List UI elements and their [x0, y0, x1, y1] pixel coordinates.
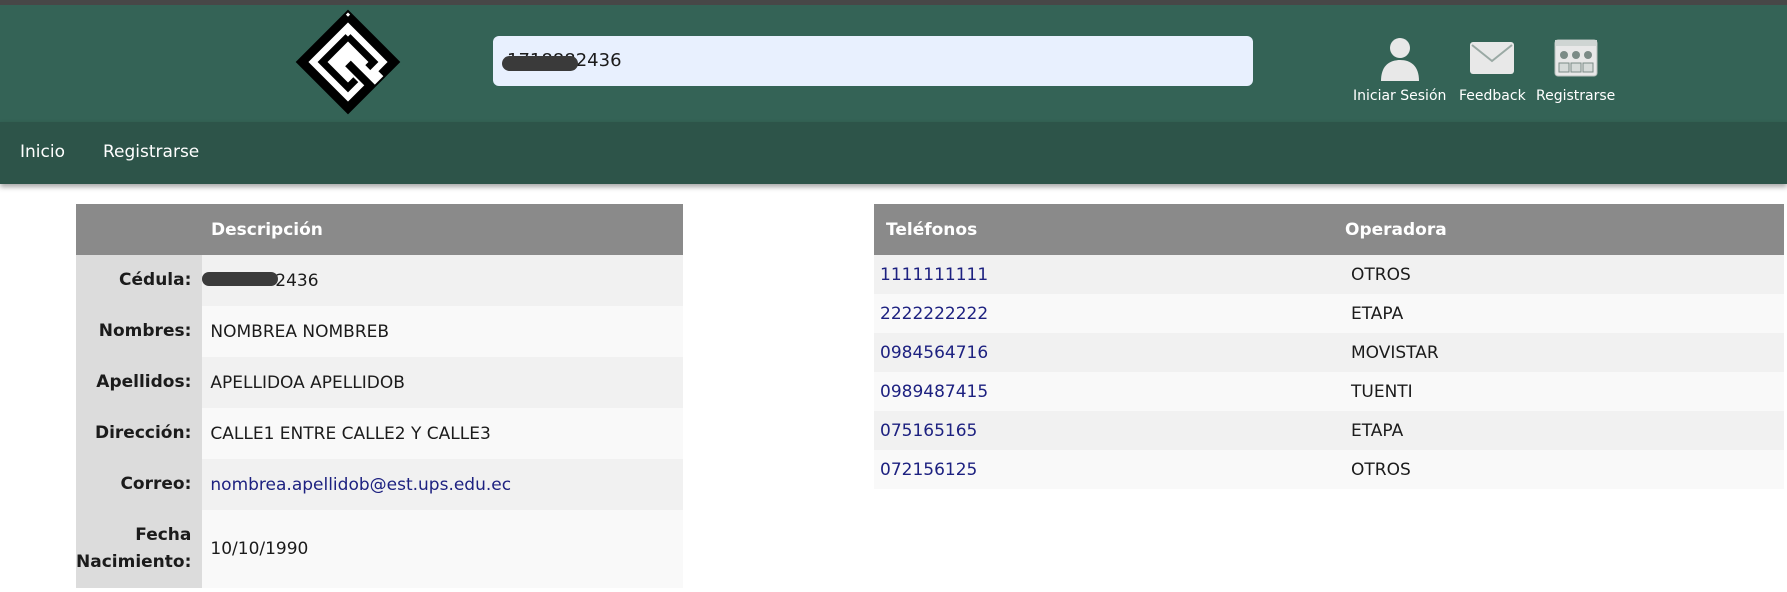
nombres-label: Nombres:	[76, 306, 203, 357]
correo-link[interactable]: nombrea.apellidob@est.ups.edu.ec	[210, 475, 511, 495]
feedback-label: Feedback	[1459, 88, 1526, 104]
register-button[interactable]: Registrarse	[1536, 33, 1615, 104]
phone-operator-cell: ETAPA	[1345, 411, 1784, 450]
cedula-value: 1718882436	[202, 255, 683, 306]
nav-item-inicio[interactable]: Inicio	[20, 142, 65, 162]
user-icon	[1376, 33, 1424, 83]
phone-number-link[interactable]: 072156125	[880, 460, 977, 480]
search-redaction	[502, 56, 578, 71]
direccion-label: Dirección:	[76, 408, 203, 459]
site-logo[interactable]	[293, 7, 403, 117]
phone-number-cell: 0989487415	[874, 372, 1345, 411]
phone-row: 0984564716 MOVISTAR	[874, 333, 1784, 372]
apellidos-value: APELLIDOA APELLIDOB	[202, 357, 683, 408]
phone-row: 072156125 OTROS	[874, 450, 1784, 489]
phone-number-cell: 2222222222	[874, 294, 1345, 333]
phone-row: 075165165 ETAPA	[874, 411, 1784, 450]
main-navbar: Inicio Registrarse	[0, 122, 1787, 184]
phone-operator-cell: OTROS	[1345, 450, 1784, 489]
fecha-nacimiento-label: Fecha Nacimiento:	[76, 510, 203, 588]
profile-row-nombres: Nombres: NOMBREA NOMBREB	[76, 306, 683, 357]
phone-number-link[interactable]: 0984564716	[880, 343, 988, 363]
login-label: Iniciar Sesión	[1353, 88, 1447, 104]
profile-table: Descripción Cédula: 1718882436 Nombres: …	[76, 204, 683, 588]
cedula-redaction	[202, 272, 279, 286]
correo-value: nombrea.apellidob@est.ups.edu.ec	[202, 459, 683, 510]
phone-operator-cell: MOVISTAR	[1345, 333, 1784, 372]
profile-row-cedula: Cédula: 1718882436	[76, 255, 683, 306]
fecha-nacimiento-value: 10/10/1990	[202, 510, 683, 588]
profile-table-header: Descripción	[76, 204, 683, 255]
phone-row: 2222222222 ETAPA	[874, 294, 1784, 333]
site-header: 1718882436 Iniciar Sesión Feedback	[0, 5, 1787, 122]
phone-number-link[interactable]: 075165165	[880, 421, 977, 441]
feedback-button[interactable]: Feedback	[1459, 33, 1526, 104]
nav-item-registrarse[interactable]: Registrarse	[103, 142, 199, 162]
phones-header-numbers: Teléfonos	[874, 204, 1345, 255]
phone-number-cell: 072156125	[874, 450, 1345, 489]
phone-number-link[interactable]: 2222222222	[880, 304, 988, 324]
phone-number-cell: 1111111111	[874, 255, 1345, 294]
nombres-value: NOMBREA NOMBREB	[202, 306, 683, 357]
login-button[interactable]: Iniciar Sesión	[1353, 33, 1446, 104]
phone-number-cell: 0984564716	[874, 333, 1345, 372]
phones-header-operator: Operadora	[1345, 204, 1784, 255]
register-label: Registrarse	[1536, 88, 1616, 104]
correo-label: Correo:	[76, 459, 203, 510]
profile-row-apellidos: Apellidos: APELLIDOA APELLIDOB	[76, 357, 683, 408]
phones-table: Teléfonos Operadora 1111111111 OTROS 222…	[874, 204, 1784, 489]
phone-operator-cell: OTROS	[1345, 255, 1784, 294]
direccion-value: CALLE1 ENTRE CALLE2 Y CALLE3	[202, 408, 683, 459]
phone-number-link[interactable]: 1111111111	[880, 265, 988, 285]
phone-row: 0989487415 TUENTI	[874, 372, 1784, 411]
profile-row-fecha-nacimiento: Fecha Nacimiento: 10/10/1990	[76, 510, 683, 588]
profile-row-correo: Correo: nombrea.apellidob@est.ups.edu.ec	[76, 459, 683, 510]
cedula-label: Cédula:	[76, 255, 203, 306]
phone-row: 1111111111 OTROS	[874, 255, 1784, 294]
profile-row-direccion: Dirección: CALLE1 ENTRE CALLE2 Y CALLE3	[76, 408, 683, 459]
search-input[interactable]: 1718882436	[493, 36, 1253, 86]
phone-number-link[interactable]: 0989487415	[880, 382, 988, 402]
phone-operator-cell: ETAPA	[1345, 294, 1784, 333]
phone-number-cell: 075165165	[874, 411, 1345, 450]
phone-operator-cell: TUENTI	[1345, 372, 1784, 411]
register-form-icon	[1552, 33, 1600, 83]
apellidos-label: Apellidos:	[76, 357, 203, 408]
envelope-icon	[1468, 33, 1516, 83]
